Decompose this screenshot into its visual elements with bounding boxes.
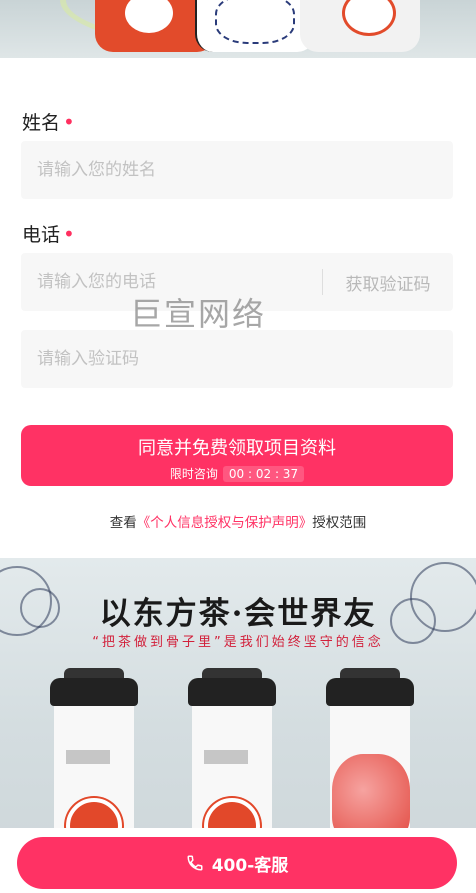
promo-title: 以东方茶·会世界友 (99, 596, 377, 632)
agreement-text: 查看《个人信息授权与保护声明》授权范围 (0, 511, 476, 531)
blurred-label (204, 750, 248, 764)
privacy-statement-link[interactable]: 《个人信息授权与保护声明》 (137, 515, 313, 531)
banner-pattern (215, 0, 295, 44)
required-mark: • (63, 110, 75, 134)
phone-icon (187, 855, 203, 871)
cup-lid (50, 678, 138, 706)
promo-banner: 以东方茶·会世界友 “把茶做到骨子里”是我们始终坚守的信念 (0, 558, 476, 838)
name-label-text: 姓名 (22, 112, 61, 134)
bottom-bar: 400-客服 (0, 828, 476, 893)
name-field[interactable] (21, 141, 453, 199)
countdown-label: 限时咨询 (169, 467, 218, 481)
phone-label: 电话 • (22, 220, 75, 247)
promo-cup (50, 668, 138, 838)
name-label: 姓名 • (22, 108, 75, 135)
blurred-label (66, 750, 110, 764)
watermark: 巨宣网络 (130, 295, 267, 333)
name-input[interactable] (21, 141, 453, 199)
customer-service-label: 400-客服 (211, 855, 289, 876)
page: 姓名• 电话• 获取验证码 巨宣网络 同意并免费领取项目资料 限时咨询 00 :… (0, 0, 476, 893)
countdown: 限时咨询 00 : 02 : 37 (21, 465, 453, 482)
cup-lid (188, 678, 276, 706)
promo-cup (188, 668, 276, 838)
agreement-suffix: 授权范围 (312, 515, 367, 531)
countdown-timer: 00 : 02 : 37 (222, 465, 305, 482)
promo-slogan: “把茶做到骨子里”是我们始终坚守的信念 (92, 635, 384, 650)
agreement-prefix: 查看 (109, 515, 137, 531)
promo-cup (326, 668, 414, 838)
code-field[interactable] (21, 330, 453, 388)
cup-lid (326, 678, 414, 706)
submit-label: 同意并免费领取项目资料 (138, 438, 336, 459)
code-input[interactable] (21, 330, 453, 388)
get-code-button[interactable]: 获取验证码 (323, 253, 453, 311)
submit-button[interactable]: 同意并免费领取项目资料 限时咨询 00 : 02 : 37 (21, 425, 453, 486)
fruit-illustration (332, 754, 410, 838)
customer-service-button[interactable]: 400-客服 (17, 837, 457, 889)
required-mark: • (63, 222, 75, 246)
top-banner-image (0, 0, 476, 58)
phone-label-text: 电话 (22, 224, 61, 246)
